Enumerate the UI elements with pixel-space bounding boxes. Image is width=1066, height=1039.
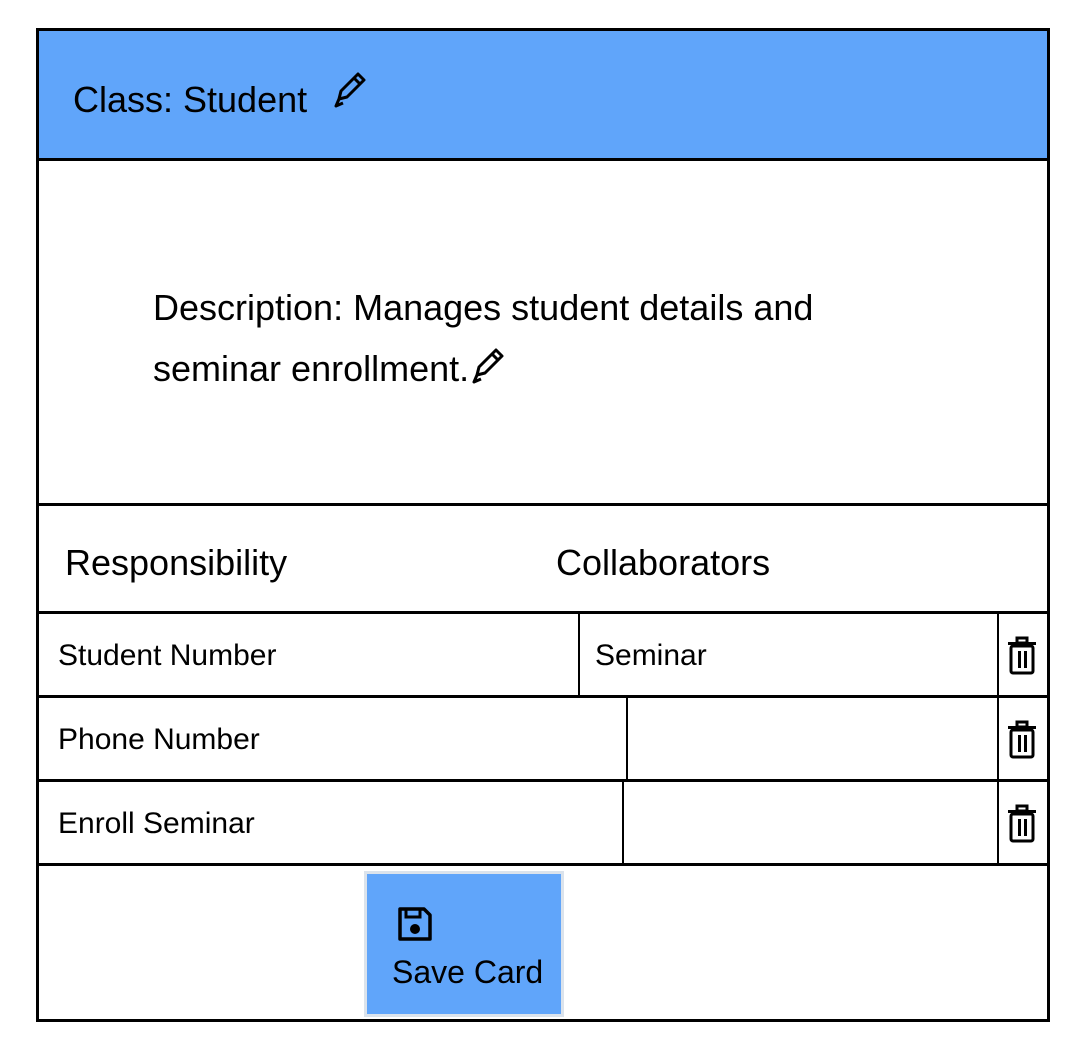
responsibility-header: Responsibility [65, 542, 288, 583]
collaborator-cell[interactable] [626, 698, 999, 779]
responsibility-cell[interactable]: Student Number [39, 614, 580, 695]
save-card-label: Save Card [392, 954, 544, 990]
save-card-button[interactable]: Save Card [364, 871, 564, 1017]
table-row: Enroll Seminar [39, 782, 1047, 866]
class-title: Class: Student [73, 79, 308, 120]
edit-description-pencil-icon[interactable] [469, 345, 509, 385]
table-row: Phone Number [39, 698, 1047, 782]
responsibility-text: Phone Number [58, 723, 260, 756]
collaborator-cell[interactable] [622, 782, 999, 863]
collaborator-text: Seminar [595, 639, 707, 672]
responsibility-text: Enroll Seminar [58, 807, 255, 840]
column-headers: Responsibility Collaborators [39, 506, 1047, 614]
responsibility-text: Student Number [58, 639, 277, 672]
responsibility-cell[interactable]: Phone Number [39, 698, 628, 779]
responsibility-cell[interactable]: Enroll Seminar [39, 782, 624, 863]
delete-row-trash-icon[interactable] [1005, 720, 1039, 760]
delete-row-trash-icon[interactable] [1005, 636, 1039, 676]
description: Description: Manages student details and… [153, 277, 913, 399]
collaborators-header: Collaborators [556, 542, 771, 583]
floppy-disk-icon [398, 907, 432, 941]
table-row: Student Number Seminar [39, 614, 1047, 698]
crc-card: Class: Student Description: Manages stud… [36, 28, 1050, 1022]
collaborator-cell[interactable]: Seminar [578, 614, 999, 695]
description-section: Description: Manages student details and… [39, 161, 1047, 506]
card-footer: Save Card [39, 867, 1047, 1019]
edit-class-pencil-icon[interactable] [331, 69, 371, 109]
card-header: Class: Student [39, 31, 1047, 161]
delete-row-trash-icon[interactable] [1005, 804, 1039, 844]
